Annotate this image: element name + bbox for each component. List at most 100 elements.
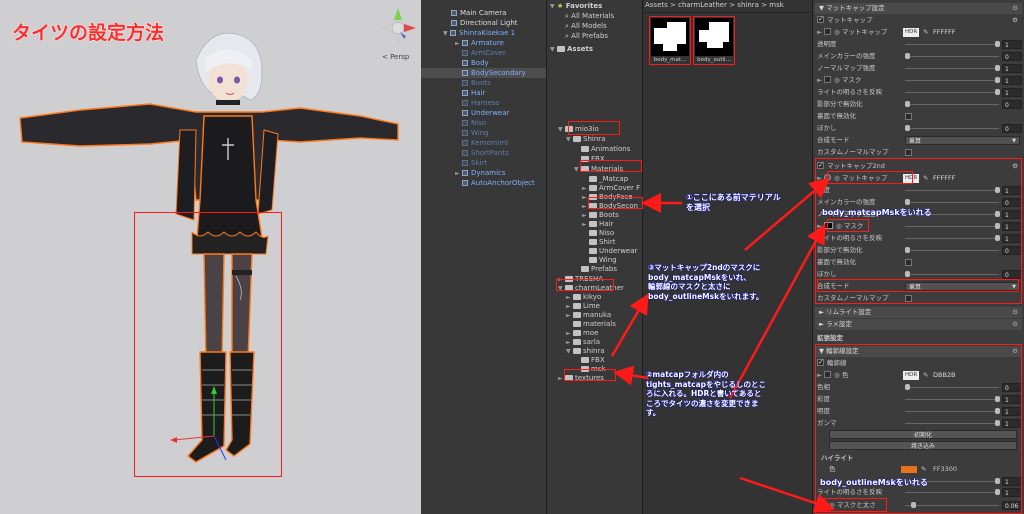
custom-normal-row[interactable]: カスタムノーマルマップ: [817, 147, 1020, 158]
slider-row[interactable]: 明度 1: [817, 185, 1022, 196]
slider-knob[interactable]: [995, 478, 1000, 484]
backface-row[interactable]: 裏面で無効化: [817, 111, 1020, 122]
hierarchy-item[interactable]: Underwear: [421, 108, 546, 118]
mask-texture-slot[interactable]: [824, 222, 834, 229]
favorites-header[interactable]: ▼ ★ Favorites: [550, 1, 602, 11]
outline-checkbox[interactable]: [817, 357, 824, 368]
hierarchy-item[interactable]: Skirt: [421, 158, 546, 168]
hierarchy-item-selected[interactable]: BodySecondary: [421, 68, 546, 78]
slider-track[interactable]: [905, 489, 1000, 495]
gear-icon[interactable]: ⚙: [1012, 346, 1018, 357]
slider-knob[interactable]: [905, 53, 910, 59]
highlight-color-swatch[interactable]: [901, 466, 917, 473]
expand-arrow-icon[interactable]: ▼: [558, 284, 565, 294]
slider-track[interactable]: [905, 89, 1000, 95]
texture-slot[interactable]: [824, 28, 832, 35]
blur-row[interactable]: ぼかし 0: [817, 123, 1022, 134]
blend-mode-row[interactable]: 合成モード 乗算 ▼: [817, 135, 1020, 146]
gear-icon[interactable]: ⚙: [1012, 15, 1018, 26]
slider-knob[interactable]: [995, 420, 1000, 426]
eyedropper-icon[interactable]: ✎: [923, 370, 928, 381]
number-field[interactable]: 0: [1002, 383, 1022, 392]
eyedropper-icon[interactable]: ✎: [923, 173, 928, 184]
number-field[interactable]: 1: [1002, 88, 1022, 97]
breadcrumb[interactable]: Assets > charmLeather > shinra > msk: [645, 1, 784, 9]
persp-label[interactable]: < Persp: [382, 53, 409, 61]
hierarchy-item[interactable]: Directional Light: [421, 18, 546, 28]
slider-knob[interactable]: [905, 384, 910, 390]
slider-row[interactable]: ガンマ 1: [817, 418, 1022, 429]
slider-knob[interactable]: [995, 77, 1000, 83]
matcap-enable-row[interactable]: マットキャップ⚙: [817, 14, 1020, 26]
slider-row[interactable]: ライトの明るさを反映 1: [817, 87, 1022, 98]
slider-row[interactable]: ライトの明るさを反映 1: [817, 233, 1022, 244]
hdr-color-field[interactable]: HDR: [903, 371, 920, 380]
hdr-color-field[interactable]: HDR: [903, 174, 920, 183]
expand-arrow-icon[interactable]: ▼: [574, 165, 581, 175]
mask-thumbnail-matcap[interactable]: [651, 18, 689, 56]
slider-row[interactable]: ノーマルマップ強度 1: [817, 63, 1022, 74]
hierarchy-item[interactable]: Boots: [421, 78, 546, 88]
slider-row[interactable]: 彩度 1: [817, 394, 1022, 405]
hierarchy-item[interactable]: Kemomimi: [421, 138, 546, 148]
gear-icon[interactable]: ⚙: [1012, 307, 1018, 318]
bake-button[interactable]: 焼き込み: [829, 441, 1017, 450]
slider-knob[interactable]: [995, 235, 1000, 241]
matcap2-mask-row[interactable]: ► ◎ マスク 1: [817, 221, 1022, 232]
slider-knob[interactable]: [905, 247, 910, 253]
number-field[interactable]: 1: [1002, 40, 1022, 49]
slider-knob[interactable]: [995, 41, 1000, 47]
slider-row[interactable]: 色相 0: [817, 382, 1022, 393]
number-field[interactable]: 0: [1002, 270, 1022, 279]
outline-enable-row[interactable]: 輪郭線: [817, 357, 1020, 369]
slider-track[interactable]: [905, 235, 1000, 241]
matcap-settings-header[interactable]: ▼ マットキャップ設定 ⚙: [815, 3, 1022, 14]
gear-icon[interactable]: ⚙: [1012, 161, 1018, 172]
slider-knob[interactable]: [995, 223, 1000, 229]
favorites-item[interactable]: ⌕ All Models: [565, 21, 607, 31]
project-panel[interactable]: ▼ ★ Favorites ⌕ All Materials ⌕ All Model…: [547, 0, 643, 514]
hierarchy-item[interactable]: Hair: [421, 88, 546, 98]
blend-mode-row[interactable]: 合成モード 乗算 ▼: [817, 281, 1020, 292]
number-field[interactable]: 0.06: [1002, 501, 1022, 510]
scene-view[interactable]: タイツの設定方法 < Persp: [0, 0, 421, 514]
hierarchy-item[interactable]: ArmCover: [421, 48, 546, 58]
custom-normal-checkbox[interactable]: [905, 295, 912, 302]
slider-track[interactable]: [905, 247, 999, 253]
assets-header[interactable]: ▼ Assets: [550, 44, 593, 54]
hex-field[interactable]: FFFFFF: [933, 173, 955, 184]
init-button[interactable]: 初期化: [829, 430, 1017, 439]
slider-knob[interactable]: [995, 408, 1000, 414]
slider-track[interactable]: [905, 384, 999, 390]
project-folder-item[interactable]: ▼ mio3io: [558, 124, 599, 134]
matcap-color-row[interactable]: ► ◎ マットキャップ HDR ✎ FFFFFF: [817, 27, 1020, 38]
slider-knob[interactable]: [905, 199, 910, 205]
expand-arrow-icon[interactable]: ▼: [550, 2, 557, 12]
project-folder-item[interactable]: ► textures: [558, 373, 604, 383]
expand-arrow-icon[interactable]: ▼: [550, 45, 557, 55]
slider-track[interactable]: [905, 502, 999, 508]
slider-row[interactable]: メインカラーの強度 0: [817, 51, 1022, 62]
number-field[interactable]: 0: [1002, 100, 1022, 109]
matcap2-color-row[interactable]: ► ◎ マットキャップ HDR ✎ FFFFFF: [817, 173, 1020, 184]
slider-knob[interactable]: [905, 271, 910, 277]
hex-field[interactable]: DBB2B: [933, 370, 956, 381]
number-field[interactable]: 1: [1002, 76, 1022, 85]
project-folder-item[interactable]: ▼ Materials: [574, 164, 623, 174]
hierarchy-item[interactable]: ▼ ShinraKisekae 1: [421, 28, 546, 38]
favorites-item[interactable]: ⌕ All Materials: [565, 11, 614, 21]
texture-slot[interactable]: [824, 371, 832, 378]
eyedropper-icon[interactable]: ✎: [923, 27, 928, 38]
slider-track[interactable]: [905, 420, 1000, 426]
slider-knob[interactable]: [995, 211, 1000, 217]
hdr-color-field[interactable]: HDR: [903, 28, 920, 37]
slider-knob[interactable]: [905, 125, 910, 131]
number-field[interactable]: 0: [1002, 124, 1022, 133]
slider-knob[interactable]: [995, 65, 1000, 71]
assets-panel[interactable]: Assets > charmLeather > shinra > msk bod…: [643, 0, 813, 514]
number-field[interactable]: 1: [1002, 186, 1022, 195]
number-field[interactable]: 0: [1002, 198, 1022, 207]
slider-track[interactable]: [905, 271, 999, 277]
slider-knob[interactable]: [995, 489, 1000, 495]
slider-knob[interactable]: [911, 502, 916, 508]
